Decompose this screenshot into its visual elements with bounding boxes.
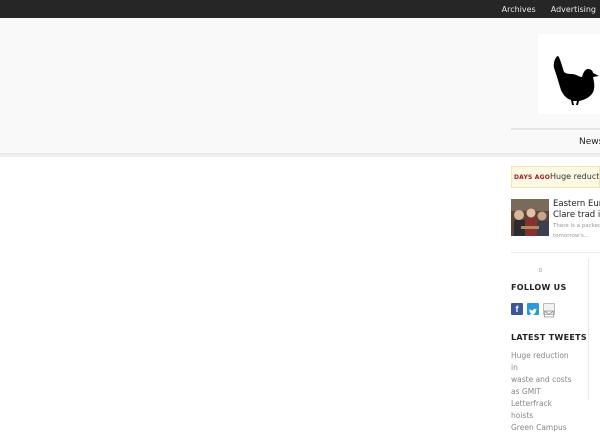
tweet-line: Green Campus [511,423,567,432]
widget-marker [539,268,542,272]
post-title-line: Eastern Euro [553,199,600,209]
advertising-link[interactable]: Advertising [551,5,596,14]
post-thumbnail[interactable] [511,199,549,236]
email-icon[interactable] [543,303,555,318]
tweet-line: as GMIT [511,387,541,396]
wren-logo-icon [553,56,599,105]
news-ticker[interactable]: DAYS AGO Huge reduction [511,166,600,188]
tweet-line: Letterfrack hoists [511,399,553,420]
nav-item-news[interactable]: News [579,137,600,147]
ticker-date-label: DAYS AGO [514,174,551,181]
post-title[interactable]: Eastern Euro Clare trad in [553,199,600,221]
facebook-icon[interactable]: f [511,303,523,315]
sidebar-rule [588,258,589,400]
ticker-headline[interactable]: Huge reduction [550,172,599,181]
latest-tweets-heading: LATEST TWEETS [511,333,587,342]
archives-link[interactable]: Archives [502,5,536,14]
top-bar: Archives Advertising [0,0,600,18]
tweet-text[interactable]: Huge reduction in waste and costs as GMI… [511,350,573,434]
twitter-icon[interactable] [527,303,539,315]
post-excerpt-line: There is a packed c [553,223,600,229]
top-nav: Archives Advertising [487,0,596,18]
site-header [0,18,600,154]
tweet-line: Huge reduction in [511,351,569,372]
section-divider [511,252,600,253]
site-logo[interactable] [538,34,600,114]
post-excerpt-line: tomorrow's... [553,233,590,239]
post-title-line: Clare trad in [553,210,600,220]
follow-us-heading: FOLLOW US [511,283,567,292]
nav-divider [511,128,600,130]
post-excerpt: There is a packed c tomorrow's... [553,221,600,241]
header-shadow [0,154,600,157]
tweet-line: waste and costs [511,375,572,384]
thumbnail-photo [511,199,549,236]
